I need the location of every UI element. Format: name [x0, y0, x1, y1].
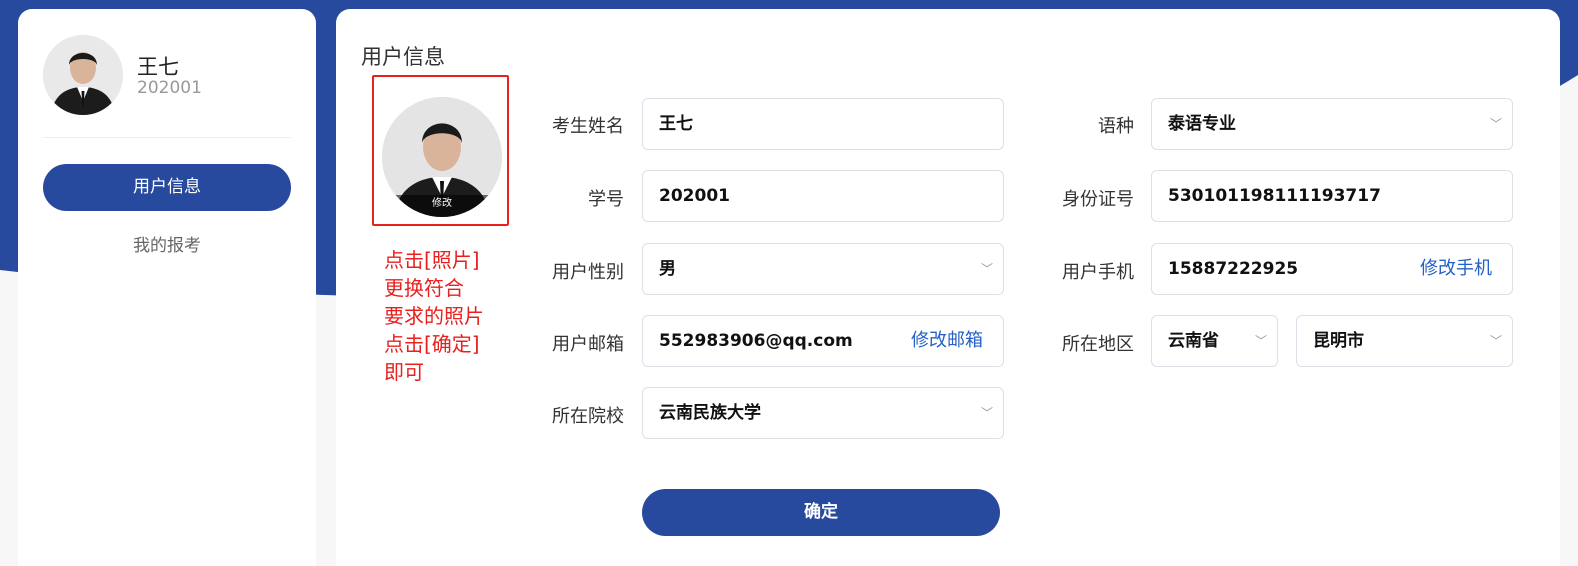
province-value: 云南省 — [1168, 331, 1219, 351]
label-student-id: 学号 — [588, 189, 624, 210]
chevron-down-icon: ﹀ — [980, 262, 993, 276]
school-select[interactable]: 云南民族大学 ﹀ — [642, 387, 1004, 439]
photo-edit-label[interactable]: 修改 — [382, 195, 502, 217]
edit-email-link[interactable]: 修改邮箱 — [911, 316, 983, 366]
id-card-value: 530101198111193717 — [1168, 186, 1381, 206]
city-value: 昆明市 — [1313, 331, 1364, 351]
confirm-button[interactable]: 确定 — [642, 489, 1000, 536]
tip-line: 即可 — [384, 360, 424, 384]
label-email: 用户邮箱 — [552, 334, 624, 355]
tip-line: 要求的照片 — [384, 304, 484, 328]
id-card-field[interactable]: 530101198111193717 — [1151, 170, 1513, 222]
photo-highlight-frame: 修改 — [372, 75, 509, 226]
label-language: 语种 — [1098, 116, 1134, 137]
label-name: 考生姓名 — [552, 116, 624, 137]
photo-upload[interactable]: 修改 — [382, 97, 502, 217]
label-gender: 用户性别 — [552, 262, 624, 283]
gender-select[interactable]: 男 ﹀ — [642, 243, 1004, 295]
page-title: 用户信息 — [361, 45, 445, 69]
school-value: 云南民族大学 — [659, 403, 761, 423]
email-value: 552983906@qq.com — [659, 331, 853, 351]
divider — [43, 137, 291, 138]
user-profile: 王七 202001 — [43, 35, 293, 123]
name-field[interactable]: 王七 — [642, 98, 1004, 150]
language-select[interactable]: 泰语专业 ﹀ — [1151, 98, 1513, 150]
avatar — [43, 35, 123, 115]
email-field[interactable]: 552983906@qq.com 修改邮箱 — [642, 315, 1004, 367]
nav-item-user-info[interactable]: 用户信息 — [43, 164, 291, 211]
label-school: 所在院校 — [552, 406, 624, 427]
label-phone: 用户手机 — [1062, 262, 1134, 283]
gender-value: 男 — [659, 259, 676, 279]
phone-field[interactable]: 15887222925 修改手机 — [1151, 243, 1513, 295]
nav-item-my-registration[interactable]: 我的报考 — [43, 231, 291, 261]
phone-value: 15887222925 — [1168, 259, 1299, 279]
profile-id: 202001 — [137, 78, 202, 98]
province-select[interactable]: 云南省 ﹀ — [1151, 315, 1278, 367]
sidebar: 王七 202001 用户信息 我的报考 — [18, 9, 316, 566]
label-region: 所在地区 — [1062, 334, 1134, 355]
chevron-down-icon: ﹀ — [1254, 334, 1267, 348]
language-value: 泰语专业 — [1168, 114, 1236, 134]
chevron-down-icon: ﹀ — [1489, 117, 1502, 131]
main-panel: 用户信息 修改 点击[照片] 更换符合 要求的照片 点击[确定] 即可 考生姓名… — [336, 9, 1560, 566]
name-value: 王七 — [659, 114, 693, 134]
chevron-down-icon: ﹀ — [1489, 334, 1502, 348]
label-id-card: 身份证号 — [1062, 189, 1134, 210]
edit-phone-link[interactable]: 修改手机 — [1420, 244, 1492, 294]
tip-line: 更换符合 — [384, 276, 464, 300]
student-id-field[interactable]: 202001 — [642, 170, 1004, 222]
avatar-photo — [43, 35, 123, 115]
instruction-tip: 点击[照片] 更换符合 要求的照片 点击[确定] 即可 — [384, 246, 514, 386]
tip-line: 点击[确定] — [384, 332, 480, 356]
chevron-down-icon: ﹀ — [980, 406, 993, 420]
profile-name: 王七 — [137, 55, 179, 79]
city-select[interactable]: 昆明市 ﹀ — [1296, 315, 1513, 367]
tip-line: 点击[照片] — [384, 248, 480, 272]
student-id-value: 202001 — [659, 186, 730, 206]
